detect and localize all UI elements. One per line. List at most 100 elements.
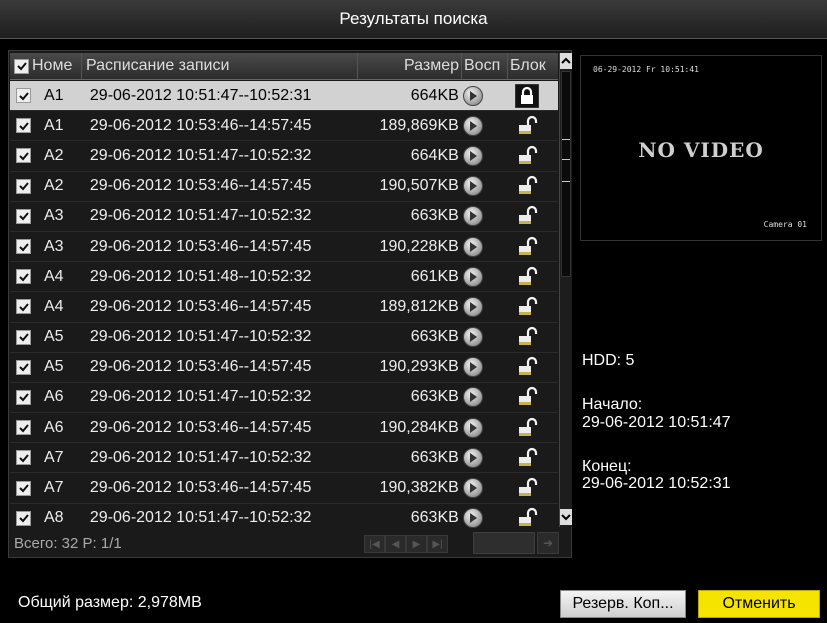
- row-camera: A5: [44, 328, 64, 346]
- row-play-cell: [461, 236, 508, 257]
- select-all-checkbox[interactable]: [14, 58, 29, 74]
- unlock-icon[interactable]: [515, 265, 539, 289]
- results-scrollbar[interactable]: [559, 53, 572, 527]
- table-row[interactable]: A3 29-06-2012 10:51:47--10:52:32 663KB: [10, 202, 558, 232]
- page-number-input[interactable]: [473, 532, 535, 554]
- unlock-icon[interactable]: [515, 144, 539, 168]
- unlock-icon[interactable]: [515, 476, 539, 500]
- row-camera: A6: [44, 388, 64, 406]
- play-icon[interactable]: [462, 327, 483, 348]
- row-no-cell: A1: [10, 117, 86, 135]
- check-icon: [18, 122, 29, 131]
- row-checkbox[interactable]: [16, 389, 31, 405]
- table-row[interactable]: A5 29-06-2012 10:51:47--10:52:32 663KB: [10, 323, 558, 353]
- scroll-up-button[interactable]: [560, 53, 572, 69]
- cancel-button[interactable]: Отменить: [698, 590, 820, 618]
- row-checkbox[interactable]: [16, 359, 31, 375]
- table-row[interactable]: A6 29-06-2012 10:53:46--14:57:45 190,284KB: [10, 413, 558, 444]
- table-row[interactable]: A2 29-06-2012 10:53:46--14:57:45 190,507KB: [10, 172, 558, 202]
- unlock-icon[interactable]: [515, 174, 539, 198]
- unlock-icon[interactable]: [515, 416, 539, 440]
- check-icon: [18, 454, 29, 463]
- unlock-icon[interactable]: [515, 355, 539, 379]
- check-icon: [18, 91, 29, 101]
- unlock-icon[interactable]: [515, 446, 539, 470]
- play-icon[interactable]: [462, 387, 483, 408]
- play-icon[interactable]: [462, 357, 483, 378]
- row-checkbox[interactable]: [16, 88, 31, 104]
- row-play-cell: [461, 85, 508, 106]
- unlock-icon[interactable]: [515, 235, 539, 259]
- row-no-cell: A2: [10, 147, 86, 165]
- lock-icon[interactable]: [514, 83, 540, 109]
- unlock-icon[interactable]: [515, 325, 539, 349]
- row-checkbox[interactable]: [16, 239, 31, 255]
- video-preview[interactable]: 06-29-2012 Fr 10:51:41 NO VIDEO Camera 0…: [580, 55, 822, 241]
- play-icon[interactable]: [462, 478, 483, 499]
- unlock-icon[interactable]: [515, 204, 539, 228]
- prev-page-button[interactable]: ◀: [385, 535, 406, 553]
- table-row[interactable]: A8 29-06-2012 10:51:47--10:52:32 663KB: [10, 504, 558, 529]
- chevron-up-icon: [561, 57, 571, 64]
- play-icon[interactable]: [462, 85, 483, 106]
- unlock-icon[interactable]: [515, 295, 539, 319]
- row-schedule: 29-06-2012 10:51:47--10:52:32: [89, 207, 312, 225]
- table-row[interactable]: A4 29-06-2012 10:53:46--14:57:45 189,812KB: [10, 292, 558, 323]
- play-icon[interactable]: [462, 417, 483, 438]
- row-checkbox[interactable]: [16, 510, 31, 526]
- row-size: 663KB: [410, 207, 459, 225]
- row-no-cell: A6: [10, 419, 86, 437]
- next-page-button[interactable]: ▶: [406, 535, 427, 553]
- results-list: A1 29-06-2012 10:51:47--10:52:31 664KB A1 29…: [10, 81, 558, 529]
- first-page-button[interactable]: |◀: [364, 535, 385, 553]
- header-lock[interactable]: Блок: [508, 53, 558, 79]
- row-checkbox[interactable]: [16, 269, 31, 285]
- table-row[interactable]: A5 29-06-2012 10:53:46--14:57:45 190,293KB: [10, 353, 558, 383]
- table-row[interactable]: A1 29-06-2012 10:53:46--14:57:45 189,869KB: [10, 111, 558, 142]
- header-schedule[interactable]: Расписание записи: [82, 53, 358, 79]
- row-checkbox[interactable]: [16, 480, 31, 496]
- scroll-down-button[interactable]: [560, 509, 572, 525]
- row-checkbox[interactable]: [16, 148, 31, 164]
- last-page-button[interactable]: ▶|: [427, 535, 448, 553]
- header-size[interactable]: Размер: [358, 53, 462, 79]
- play-icon[interactable]: [462, 236, 483, 257]
- table-row[interactable]: A7 29-06-2012 10:53:46--14:57:45 190,382KB: [10, 473, 558, 504]
- play-icon[interactable]: [462, 145, 483, 166]
- unlock-icon[interactable]: [515, 506, 539, 529]
- row-checkbox[interactable]: [16, 299, 31, 315]
- table-row[interactable]: A4 29-06-2012 10:51:48--10:52:32 661KB: [10, 262, 558, 293]
- row-lock-cell: [507, 265, 558, 289]
- row-lock-cell: [507, 506, 558, 529]
- play-icon[interactable]: [462, 508, 483, 529]
- play-icon[interactable]: [462, 115, 483, 136]
- scroll-thumb[interactable]: [561, 71, 571, 277]
- row-schedule: 29-06-2012 10:51:47--10:52:31: [89, 86, 312, 104]
- row-schedule: 29-06-2012 10:53:46--14:57:45: [89, 177, 312, 195]
- header-no[interactable]: Номе: [10, 53, 82, 79]
- row-checkbox[interactable]: [16, 118, 31, 134]
- unlock-icon[interactable]: [515, 114, 539, 138]
- play-icon[interactable]: [462, 206, 483, 227]
- row-size: 663KB: [410, 509, 459, 527]
- end-label: Конец:: [582, 458, 632, 475]
- table-row[interactable]: A3 29-06-2012 10:53:46--14:57:45 190,228KB: [10, 232, 558, 263]
- row-checkbox[interactable]: [16, 178, 31, 194]
- row-checkbox[interactable]: [16, 329, 31, 345]
- unlock-icon[interactable]: [515, 385, 539, 409]
- play-icon[interactable]: [462, 176, 483, 197]
- row-checkbox[interactable]: [16, 208, 31, 224]
- table-row[interactable]: A1 29-06-2012 10:51:47--10:52:31 664KB: [10, 81, 558, 112]
- go-page-button[interactable]: ➜: [537, 532, 559, 554]
- row-schedule: 29-06-2012 10:51:47--10:52:32: [89, 509, 312, 527]
- table-row[interactable]: A2 29-06-2012 10:51:47--10:52:32 664KB: [10, 141, 558, 172]
- row-checkbox[interactable]: [16, 450, 31, 466]
- play-icon[interactable]: [462, 266, 483, 287]
- play-icon[interactable]: [462, 447, 483, 468]
- row-checkbox[interactable]: [16, 420, 31, 436]
- table-row[interactable]: A7 29-06-2012 10:51:47--10:52:32 663KB: [10, 443, 558, 474]
- play-icon[interactable]: [462, 296, 483, 317]
- backup-button[interactable]: Резерв. Коп...: [560, 590, 686, 618]
- table-row[interactable]: A6 29-06-2012 10:51:47--10:52:32 663KB: [10, 383, 558, 414]
- header-play[interactable]: Восп: [462, 53, 508, 79]
